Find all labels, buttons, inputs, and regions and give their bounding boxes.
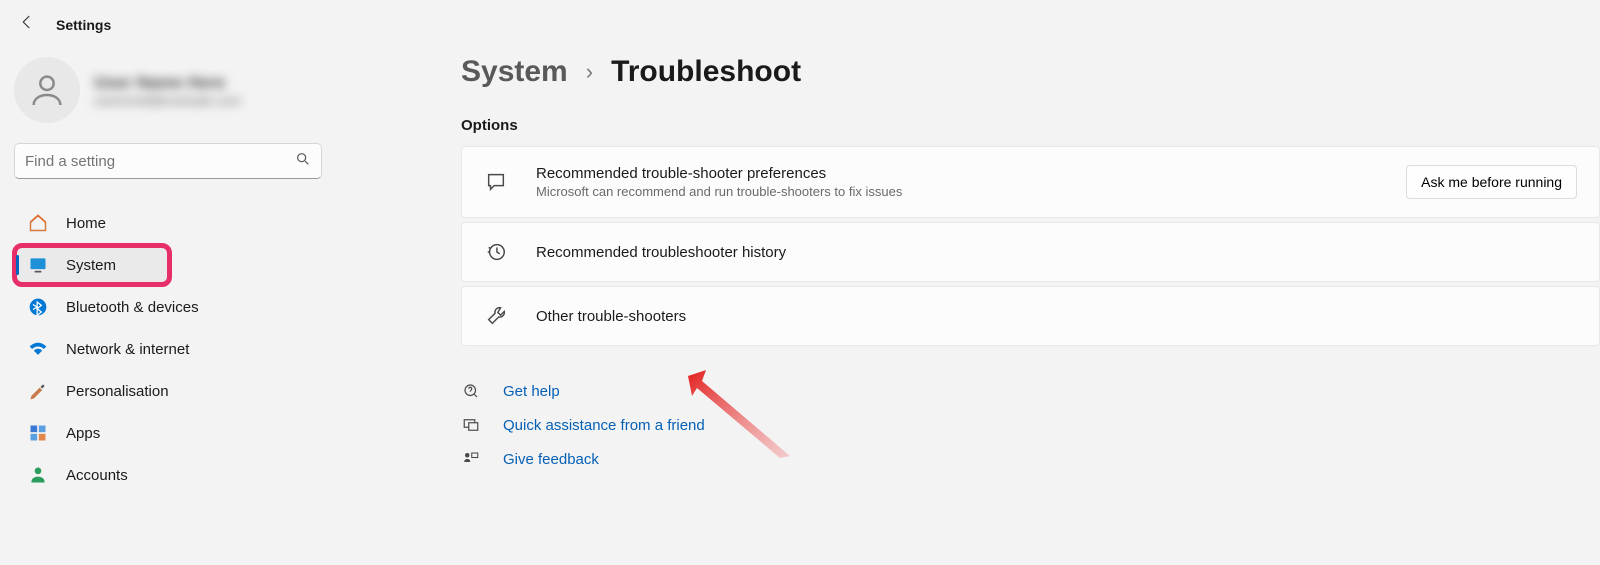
sidebar-item-label: Personalisation xyxy=(66,383,169,400)
link-quick-assist[interactable]: Quick assistance from a friend xyxy=(461,416,1600,434)
sidebar-item-personalisation[interactable]: Personalisation xyxy=(14,371,322,411)
options-list: Recommended trouble-shooter preferences … xyxy=(461,146,1600,346)
sidebar-item-apps[interactable]: Apps xyxy=(14,413,322,453)
breadcrumb-parent[interactable]: System xyxy=(461,55,568,89)
help-links: Get help Quick assistance from a friend … xyxy=(461,382,1600,468)
card-history[interactable]: Recommended troubleshooter history xyxy=(461,222,1600,282)
help-icon xyxy=(461,382,481,400)
search-input[interactable] xyxy=(25,153,295,170)
card-other-troubleshooters[interactable]: Other trouble-shooters xyxy=(461,286,1600,346)
screen-share-icon xyxy=(461,416,481,434)
sidebar-item-label: Bluetooth & devices xyxy=(66,299,199,316)
profile-email: useremail@example.com xyxy=(94,93,241,108)
home-icon xyxy=(28,213,48,233)
title-bar: Settings xyxy=(0,0,1600,49)
history-icon xyxy=(484,241,508,263)
sidebar-item-label: System xyxy=(66,257,116,274)
link-text[interactable]: Quick assistance from a friend xyxy=(503,417,705,434)
breadcrumb: System › Troubleshoot xyxy=(461,55,1600,89)
window-title: Settings xyxy=(56,17,111,33)
card-title: Other trouble-shooters xyxy=(536,308,1577,325)
back-button[interactable] xyxy=(18,13,36,36)
wrench-icon xyxy=(484,305,508,327)
sidebar-item-label: Home xyxy=(66,215,106,232)
chat-icon xyxy=(484,171,508,193)
preference-dropdown[interactable]: Ask me before running xyxy=(1406,165,1577,199)
sidebar-nav: Home System Bluetooth & devices Network … xyxy=(14,203,322,495)
brush-icon xyxy=(28,381,48,401)
chevron-right-icon: › xyxy=(586,59,593,85)
sidebar-item-label: Accounts xyxy=(66,467,128,484)
avatar xyxy=(14,57,80,123)
card-title: Recommended trouble-shooter preferences xyxy=(536,165,1378,182)
sidebar-item-system[interactable]: System xyxy=(14,245,170,285)
sidebar-item-network[interactable]: Network & internet xyxy=(14,329,322,369)
bluetooth-icon xyxy=(28,297,48,317)
sidebar-item-label: Apps xyxy=(66,425,100,442)
person-icon xyxy=(28,465,48,485)
card-recommended-preferences[interactable]: Recommended trouble-shooter preferences … xyxy=(461,146,1600,218)
link-text[interactable]: Give feedback xyxy=(503,451,599,468)
card-subtitle: Microsoft can recommend and run trouble-… xyxy=(536,184,1378,199)
options-heading: Options xyxy=(461,117,1600,134)
link-text[interactable]: Get help xyxy=(503,383,560,400)
wifi-icon xyxy=(28,339,48,359)
sidebar-item-accounts[interactable]: Accounts xyxy=(14,455,322,495)
apps-icon xyxy=(28,423,48,443)
sidebar-item-label: Network & internet xyxy=(66,341,189,358)
system-icon xyxy=(28,255,48,275)
breadcrumb-current: Troubleshoot xyxy=(611,55,801,89)
profile-name: User Name Here xyxy=(94,73,241,93)
link-give-feedback[interactable]: Give feedback xyxy=(461,450,1600,468)
search-icon xyxy=(295,151,311,172)
card-title: Recommended troubleshooter history xyxy=(536,244,1577,261)
profile-block[interactable]: User Name Here useremail@example.com xyxy=(14,49,322,143)
sidebar: User Name Here useremail@example.com Hom… xyxy=(0,49,336,565)
feedback-icon xyxy=(461,450,481,468)
main-content: System › Troubleshoot Options Recommende… xyxy=(336,49,1600,565)
link-get-help[interactable]: Get help xyxy=(461,382,1600,400)
sidebar-item-home[interactable]: Home xyxy=(14,203,322,243)
search-input-wrap[interactable] xyxy=(14,143,322,179)
sidebar-item-bluetooth[interactable]: Bluetooth & devices xyxy=(14,287,322,327)
